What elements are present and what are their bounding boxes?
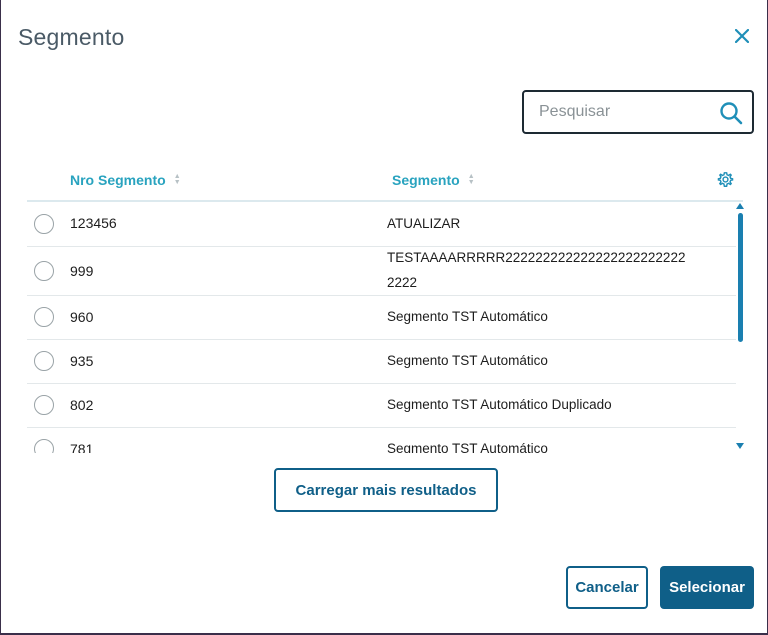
table-header: Nro Segmento ▲ ▼ Segmento ▲ ▼ [27,166,743,202]
vertical-scrollbar[interactable] [735,203,745,451]
load-more-button[interactable]: Carregar mais resultados [274,468,498,512]
cell-nro-segmento: 802 [70,397,94,413]
row-radio[interactable] [34,307,54,327]
search-input[interactable] [524,103,709,121]
dialog-title: Segmento [18,24,125,50]
cell-segmento: TESTAAAARRRRR222222222222222222222222222… [387,250,686,290]
table-row[interactable]: 802 Segmento TST Automático Duplicado [27,384,736,428]
gear-icon[interactable] [717,171,734,188]
column-header-nro-segmento[interactable]: Nro Segmento ▲ ▼ [70,172,181,188]
table-row[interactable]: 123456 ATUALIZAR [27,203,736,247]
modal-dialog: Segmento Nro Segmento ▲▼ Segmento ▲▼ [0,0,768,635]
cell-segmento: Segmento TST Automático [387,353,548,368]
select-button[interactable]: Selecionar [660,566,754,609]
table-row[interactable]: 935 Segmento TST Automático [27,340,736,384]
cancel-button[interactable]: Cancelar [566,566,648,609]
row-radio[interactable] [34,439,54,453]
search-box [522,90,754,134]
table-row[interactable]: 999 TESTAAAARRRRR22222222222222222222222… [27,247,736,296]
cell-segmento: Segmento TST Automático Duplicado [387,397,612,412]
cell-nro-segmento: 960 [70,309,94,325]
cell-nro-segmento: 935 [70,353,94,369]
table-body: 123456 ATUALIZAR 999 TESTAAAARRRRR222222… [27,203,743,453]
cell-nro-segmento: 999 [70,263,94,279]
column-header-label: Nro Segmento [70,172,166,188]
table-row[interactable]: 960 Segmento TST Automático [27,296,736,340]
row-radio[interactable] [34,395,54,415]
column-header-segmento[interactable]: Segmento ▲ ▼ [392,172,475,188]
scroll-up-icon[interactable] [735,203,745,211]
cell-nro-segmento: 781 [70,441,94,453]
cell-nro-segmento: 123456 [70,215,117,231]
table-row[interactable]: 781 Segmento TST Automático [27,428,736,453]
search-icon[interactable] [719,101,743,125]
row-radio[interactable] [34,261,54,281]
scroll-down-icon[interactable] [735,443,745,451]
row-radio[interactable] [34,214,54,234]
row-radio[interactable] [34,351,54,371]
close-icon [735,29,749,43]
cell-segmento: ATUALIZAR [387,216,461,231]
column-header-label: Segmento [392,172,460,188]
sort-icon: ▲ ▼ [467,173,475,186]
cell-segmento: Segmento TST Automático [387,309,548,324]
close-button[interactable] [730,24,754,48]
sort-icon: ▲ ▼ [173,173,181,186]
scrollbar-thumb[interactable] [738,213,743,342]
cell-segmento: Segmento TST Automático [387,441,548,453]
